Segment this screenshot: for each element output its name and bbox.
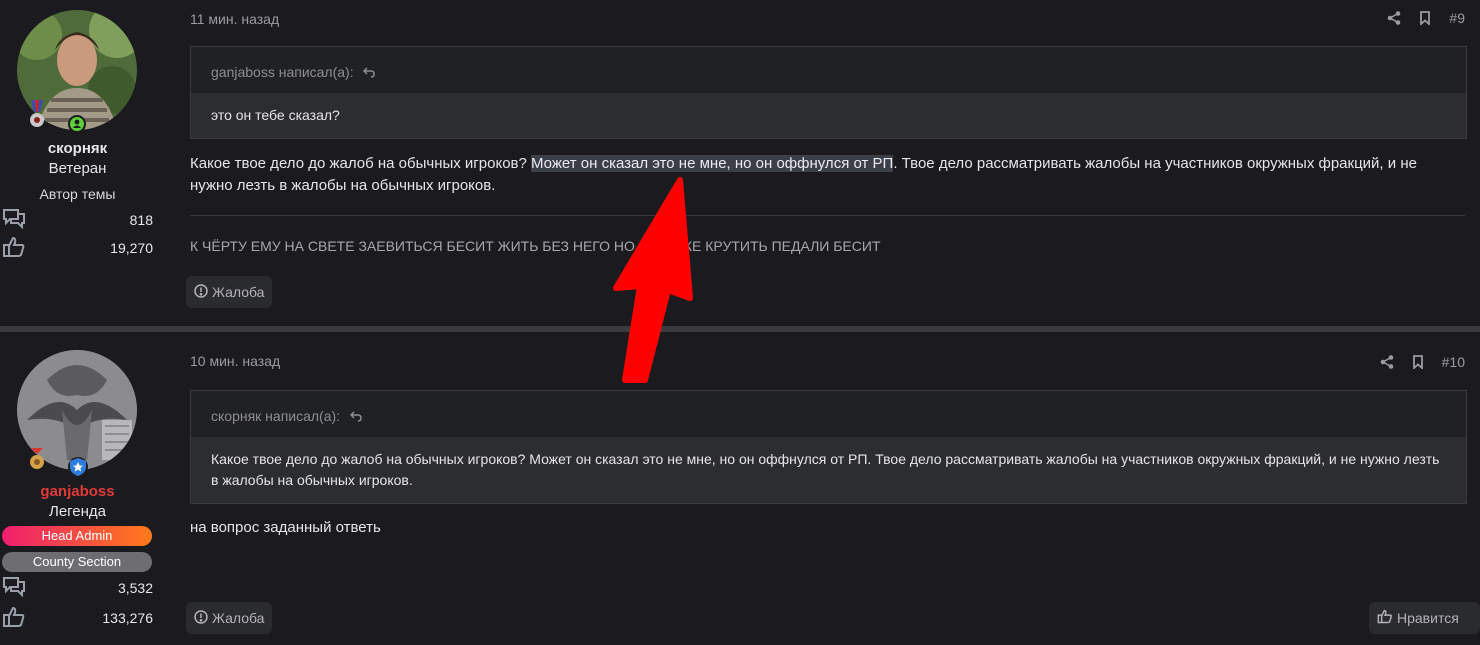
medal-icon — [28, 100, 46, 135]
highlighted-text: Может он сказал это не мне, но он оффнул… — [531, 155, 894, 172]
post-10: ganjaboss Легенда Head Admin County Sect… — [0, 332, 1480, 645]
reactions-stat: 133,276 — [2, 606, 153, 630]
messages-stat: 818 — [2, 208, 153, 232]
role-badge-county-section: County Section — [2, 552, 152, 572]
like-label: Нравится — [1397, 610, 1459, 626]
like-button[interactable]: Нравится — [1369, 602, 1480, 634]
messages-count: 818 — [129, 212, 153, 228]
username[interactable]: ganjaboss — [0, 483, 155, 500]
reactions-count: 19,270 — [110, 240, 153, 256]
thumbs-up-icon — [1377, 609, 1393, 627]
alert-circle-icon — [194, 283, 208, 301]
reactions-count: 133,276 — [102, 610, 153, 626]
post-9: скорняк Ветеран Автор темы 818 19,270 11… — [0, 0, 1480, 326]
quote-block: скорняк написал(а): Какое твое дело до ж… — [190, 390, 1467, 504]
messages-stat: 3,532 — [2, 576, 153, 600]
staff-badge-icon — [67, 456, 89, 483]
post-time[interactable]: 10 мин. назад — [190, 353, 280, 369]
report-button[interactable]: Жалоба — [186, 276, 273, 308]
share-icon[interactable] — [1380, 355, 1394, 369]
report-button[interactable]: Жалоба — [186, 602, 273, 634]
message-body: на вопрос заданный ответь — [190, 519, 381, 536]
alert-circle-icon — [194, 609, 208, 627]
reply-arrow-icon[interactable] — [349, 409, 362, 425]
signature: К ЧЁРТУ ЕМУ НА СВЕТЕ ЗАЕВИТЬСЯ БЕСИТ ЖИТ… — [190, 238, 881, 254]
username[interactable]: скорняк — [0, 140, 155, 157]
post-actions: #10 — [1380, 354, 1465, 370]
share-icon[interactable] — [1387, 11, 1401, 25]
chat-bubbles-icon — [2, 208, 26, 233]
post-number[interactable]: #9 — [1449, 10, 1465, 26]
quote-text: это он тебе сказал? — [191, 93, 1466, 138]
report-label: Жалоба — [212, 610, 265, 626]
report-label: Жалоба — [212, 284, 265, 300]
quote-header[interactable]: скорняк написал(а): — [211, 408, 362, 425]
message-body: Какое твое дело до жалоб на обычных игро… — [190, 155, 1417, 194]
thread-author-label: Автор темы — [39, 186, 116, 202]
signature-divider — [190, 215, 1465, 216]
bookmark-icon[interactable] — [1419, 11, 1431, 25]
thumbs-up-icon — [2, 236, 26, 261]
chat-bubbles-icon — [2, 576, 26, 601]
bookmark-icon[interactable] — [1412, 355, 1424, 369]
post-number[interactable]: #10 — [1442, 354, 1465, 370]
quote-text: Какое твое дело до жалоб на обычных игро… — [191, 437, 1466, 503]
user-title: Легенда — [48, 503, 107, 520]
online-status-icon — [67, 114, 87, 139]
quote-author[interactable]: скорняк написал(а): — [211, 408, 340, 424]
quote-block: ganjaboss написал(а): это он тебе сказал… — [190, 46, 1467, 139]
messages-count: 3,532 — [117, 580, 153, 596]
quote-author[interactable]: ganjaboss написал(а): — [211, 64, 354, 80]
role-badge-head-admin: Head Admin — [2, 526, 152, 546]
user-title: Ветеран — [48, 160, 107, 177]
thumbs-up-icon — [2, 606, 26, 631]
reactions-stat: 19,270 — [2, 236, 153, 260]
medal-icon — [28, 448, 46, 475]
reply-arrow-icon[interactable] — [363, 65, 376, 81]
post-time[interactable]: 11 мин. назад — [190, 11, 279, 27]
post-actions: #9 — [1387, 10, 1465, 26]
quote-header[interactable]: ganjaboss написал(а): — [211, 64, 376, 81]
